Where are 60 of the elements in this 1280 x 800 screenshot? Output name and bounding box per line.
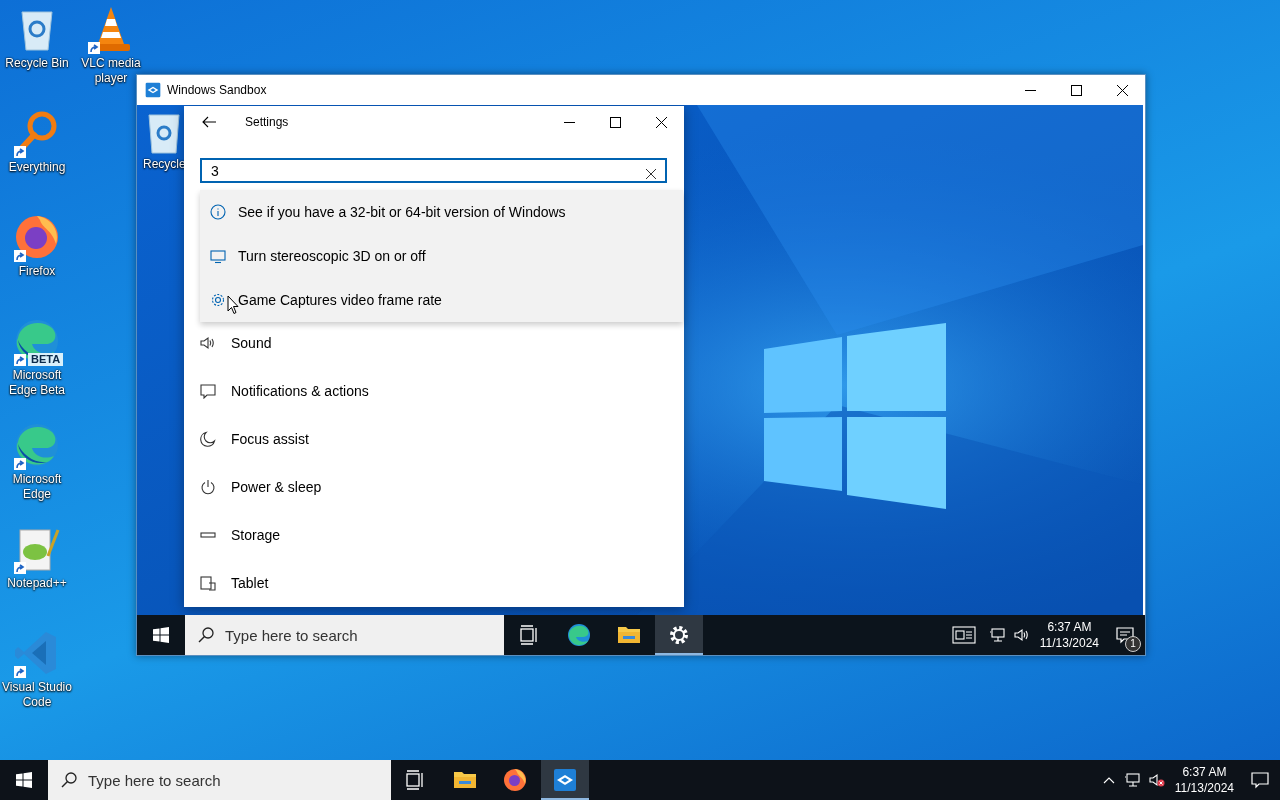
nav-item[interactable]: Focus assist — [184, 415, 684, 463]
power-icon — [200, 479, 216, 495]
back-arrow-icon — [202, 116, 216, 128]
suggestion-item[interactable]: Game Captures video frame rate — [200, 278, 683, 322]
search-box[interactable]: Type here to search — [185, 615, 504, 655]
speaker-icon — [200, 335, 216, 351]
sandbox-box-icon — [553, 768, 577, 792]
suggestion-item[interactable]: Turn stereoscopic 3D on or off — [200, 234, 683, 278]
speaker-muted-icon[interactable] — [1148, 772, 1165, 788]
speech-bubble-icon — [200, 383, 216, 399]
taskbar-app-button[interactable] — [655, 615, 703, 655]
close-icon — [646, 168, 656, 179]
clock-date: 11/13/2024 — [1039, 635, 1099, 651]
search-field[interactable]: 3 — [200, 158, 667, 183]
suggestion-item[interactable]: See if you have a 32-bit or 64-bit version of Windows — [200, 190, 683, 234]
network-icon[interactable] — [989, 627, 1006, 643]
speaker-icon[interactable] — [1013, 627, 1030, 643]
close-icon — [1116, 84, 1128, 96]
clock-time: 6:37 AM — [1182, 764, 1227, 780]
close-icon — [655, 116, 667, 128]
recycle-bin-icon — [145, 111, 183, 155]
nav-item[interactable]: Storage — [184, 511, 684, 559]
windows-start-icon[interactable] — [153, 627, 169, 643]
nav-item[interactable]: Sound — [184, 319, 684, 367]
clock-date: 11/13/2024 — [1174, 780, 1234, 796]
nav-item[interactable]: Power & sleep — [184, 463, 684, 511]
sandbox-box-icon — [145, 82, 161, 98]
desktop-icon-label[interactable]: Firefox — [0, 264, 75, 279]
speech-bubble-icon — [1251, 771, 1269, 789]
clock-time: 6:37 AM — [1047, 619, 1092, 635]
desktop-icon-label[interactable]: VLC media player — [73, 56, 149, 86]
wave-globe-icon — [567, 623, 591, 647]
notification-badge: 1 — [1125, 636, 1141, 652]
info-icon — [210, 204, 226, 220]
tablet-laptop-icon — [200, 575, 216, 591]
clock[interactable]: 6:37 AM 11/13/2024 — [1168, 764, 1240, 796]
nav-item[interactable]: Tablet — [184, 559, 684, 607]
search-box[interactable]: Type here to search — [48, 760, 391, 800]
network-icon[interactable] — [1124, 772, 1141, 788]
notifications-button[interactable]: 1 — [1105, 615, 1145, 655]
news-icon[interactable] — [951, 626, 976, 644]
desktop-icon-label[interactable]: Microsoft Edge Beta — [0, 368, 75, 398]
window-title: Settings — [245, 115, 290, 129]
windows-start-icon[interactable] — [16, 772, 32, 788]
clock[interactable]: 6:37 AM 11/13/2024 — [1033, 619, 1105, 651]
mouse-pointer-icon — [227, 295, 239, 315]
monitor-icon — [210, 248, 226, 264]
desktop-icon-label[interactable]: Everything — [0, 160, 75, 175]
beta-badge: BETA — [28, 353, 64, 366]
gear-icon — [667, 623, 691, 647]
moon-icon — [200, 431, 216, 447]
desktop-icon-label[interactable]: Recycle Bin — [0, 56, 75, 71]
desktop-icon-label[interactable]: Recycle — [143, 157, 185, 172]
maximize-icon — [609, 116, 621, 128]
window-title: Windows Sandbox — [167, 83, 268, 97]
fox-globe-icon — [503, 768, 527, 792]
nav-item[interactable]: Notifications & actions — [184, 367, 684, 415]
maximize-icon — [1070, 84, 1082, 96]
gear-icon — [210, 292, 226, 308]
taskbar-app-button[interactable] — [541, 760, 589, 800]
